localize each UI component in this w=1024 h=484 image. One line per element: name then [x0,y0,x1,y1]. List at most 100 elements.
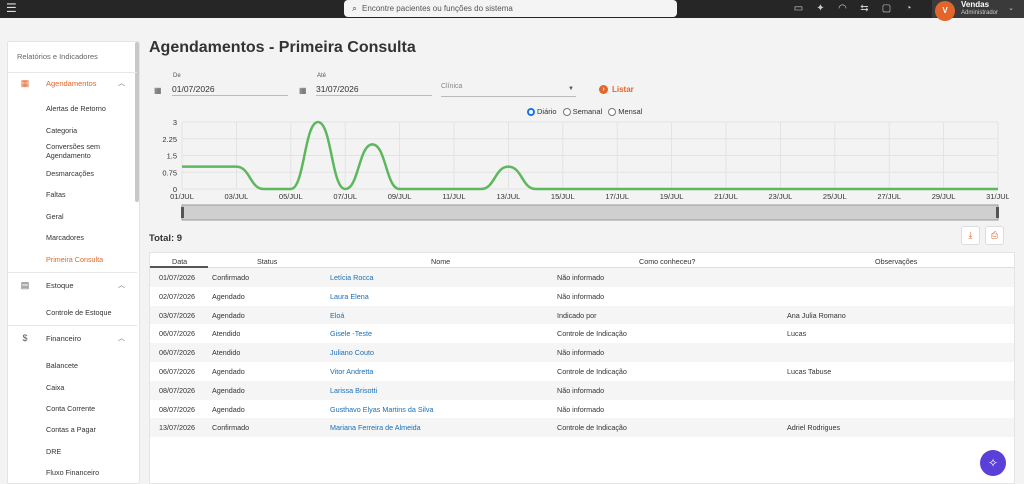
calendar-icon[interactable]: ▦ [299,86,307,95]
radio-button[interactable] [608,107,617,116]
sidebar-section-financeiro[interactable]: $ Financeiro ︿ [8,328,137,348]
table-row[interactable]: 02/07/2026 Agendado Laura Elena Não informa… [150,287,1014,306]
cell-how-known: Não informado [557,348,605,358]
cell-name[interactable]: Gusthavo Elyas Martins da Silva [330,405,433,414]
top-bar: ☰ ⌕ Encontre pacientes ou funções do sis… [0,0,1024,21]
cell-date: 06/07/2026 [159,366,195,376]
sidebar-section-label: Estoque [46,280,74,290]
cell-name[interactable]: Vitor Andretta [330,367,373,376]
inventory-icon: ▤ [20,279,30,290]
from-date-field[interactable]: 01/07/2026 [172,82,288,96]
table-row[interactable]: 03/07/2026 Agendado Eloá Indicado por Ana Ju… [150,305,1014,325]
download-button[interactable]: ⤓ [961,226,980,245]
sidebar-section-estoque[interactable]: ▤ Estoque ︿ [8,275,137,295]
cell-how-known: Controle de Indicação [557,366,627,376]
sidebar-item-dre[interactable]: DRE [46,447,132,456]
column-header-status[interactable]: Status [257,257,277,266]
menu-icon[interactable]: ☰ [6,2,17,14]
table-row[interactable]: 06/07/2026 Atendido Gisele -Teste Controle … [150,324,1014,343]
cell-date: 01/07/2026 [159,273,195,282]
video-icon[interactable]: ▭ [792,2,805,15]
search-placeholder: Encontre pacientes ou funções do sistema [362,4,513,13]
clinic-select[interactable]: Clínica ▼ [441,83,576,97]
print-button[interactable]: ⎙ [985,226,1004,245]
cell-notes: Lucas [787,329,807,339]
radio-button[interactable] [527,107,535,116]
x-tick-label: 17/JUL [605,192,629,201]
range-navigator [181,204,999,221]
cell-name[interactable]: Eloá [330,311,344,320]
cell-notes: Lucas Tabuse [787,366,832,376]
table-row[interactable]: 13/07/2026 Confirmado Mariana Ferreira de … [150,418,1014,438]
cell-status: Agendado [212,404,245,414]
sidebar-scrollbar[interactable] [135,42,139,202]
sidebar-item-contas-a-pagar[interactable]: Contas a Pagar [46,425,132,434]
cell-name[interactable]: Juliano Couto [330,348,374,357]
sidebar-item-desmarcacoes[interactable]: Desmarcações [46,169,132,178]
sidebar-item-controle-de-estoque[interactable]: Controle de Estoque [46,308,132,317]
table-row[interactable]: 01/07/2026 Confirmado Letícia Rocca Não inf… [150,268,1014,287]
play-icon: › [599,85,608,94]
search-input[interactable]: ⌕ Encontre pacientes ou funções do siste… [344,0,677,17]
daily-appointments-chart: 32.251.50.75001/JUL 03/JUL 05/JUL 07/JUL 09/… [162,118,1009,221]
top-icons: ▭ ✦ ◠ ⇆ ▢ ◔ [792,2,915,15]
sidebar-item-marcadores[interactable]: Marcadores [46,233,132,242]
sidebar-item-alertas-de-retorno[interactable]: Alertas de Retorno [46,104,132,113]
sidebar-item-conversoes[interactable]: Conversões sem Agendamento [46,142,132,160]
dollar-icon: $ [22,333,28,343]
cell-name[interactable]: Laura Elena [330,292,369,301]
x-tick-label: 11/JUL [442,192,465,201]
user-menu[interactable]: V Vendas Administrador ⌄ [932,0,1024,21]
radio-diario[interactable]: Diário [527,107,557,116]
cell-how-known: Indicado por [557,310,597,320]
table-body: 01/07/2026 Confirmado Letícia Rocca Não inf… [150,268,1014,438]
sidebar-item-categoria[interactable]: Categoria [46,126,132,135]
chat-switch-icon[interactable]: ⇆ [858,2,871,15]
column-header-observacoes[interactable]: Observações [875,257,917,266]
radio-semanal[interactable]: Semanal [562,107,602,116]
x-tick-label: 09/JUL [388,192,412,201]
to-date-field[interactable]: 31/07/2026 [316,82,432,96]
sidebar-section-label: Agendamentos [46,78,97,88]
cell-status: Agendado [212,291,245,301]
cell-date: 13/07/2026 [159,423,195,433]
radio-mensal[interactable]: Mensal [608,107,642,116]
user-name: Vendas [961,0,990,9]
table-row[interactable]: 06/07/2026 Agendado Vitor Andretta Controle… [150,362,1014,381]
cell-name[interactable]: Gisele -Teste [330,329,372,338]
cell-status: Atendido [212,348,241,358]
cell-name[interactable]: Letícia Rocca [330,273,374,282]
sidebar-item-primeira-consulta[interactable]: Primeira Consulta [46,255,132,264]
column-header-como-conheceu[interactable]: Como conheceu? [639,257,695,266]
column-header-nome[interactable]: Nome [431,257,450,266]
spark-icon[interactable]: ✦ [814,2,827,15]
cell-how-known: Não informado [557,273,605,282]
sidebar-section-agendamentos[interactable]: ▦ Agendamentos ︿ [8,73,137,93]
bell-icon[interactable]: ◔ [902,2,915,15]
sidebar-item-conta-corrente[interactable]: Conta Corrente [46,404,132,413]
cell-how-known: Controle de Indicação [557,423,627,433]
sidebar-item-balancete[interactable]: Balancete [46,361,132,370]
cell-name[interactable]: Larissa Brisotti [330,386,377,395]
sidebar-title: Relatórios e Indicadores [17,52,98,61]
clinic-placeholder: Clínica [441,83,463,90]
table-row[interactable]: 06/07/2026 Atendido Juliano Couto Não infor… [150,343,1014,362]
table-row[interactable]: 08/07/2026 Agendado Gusthavo Elyas Martins… [150,400,1014,419]
sidebar-item-geral[interactable]: Geral [46,212,132,221]
assistant-fab[interactable]: ✧ [980,450,1006,476]
sidebar-item-caixa[interactable]: Caixa [46,383,132,392]
column-header-data[interactable]: Data [172,257,187,266]
message-icon[interactable]: ▢ [880,2,893,15]
cell-date: 03/07/2026 [159,310,195,320]
radio-button[interactable] [562,107,571,116]
cell-status: Confirmado [212,423,250,433]
sidebar-item-fluxo-financeiro[interactable]: Fluxo Financeiro [46,468,132,477]
sidebar-item-faltas[interactable]: Faltas [46,190,132,199]
list-button[interactable]: › Listar [599,85,634,94]
table-row[interactable]: 08/07/2026 Agendado Larissa Brisotti Não in… [150,380,1014,400]
cell-date: 06/07/2026 [159,348,195,358]
cell-name[interactable]: Mariana Ferreira de Almeida [330,423,421,432]
x-tick-label: 27/JUL [877,192,901,201]
calendar-icon[interactable]: ▦ [154,86,162,95]
headset-icon[interactable]: ◠ [836,2,849,15]
